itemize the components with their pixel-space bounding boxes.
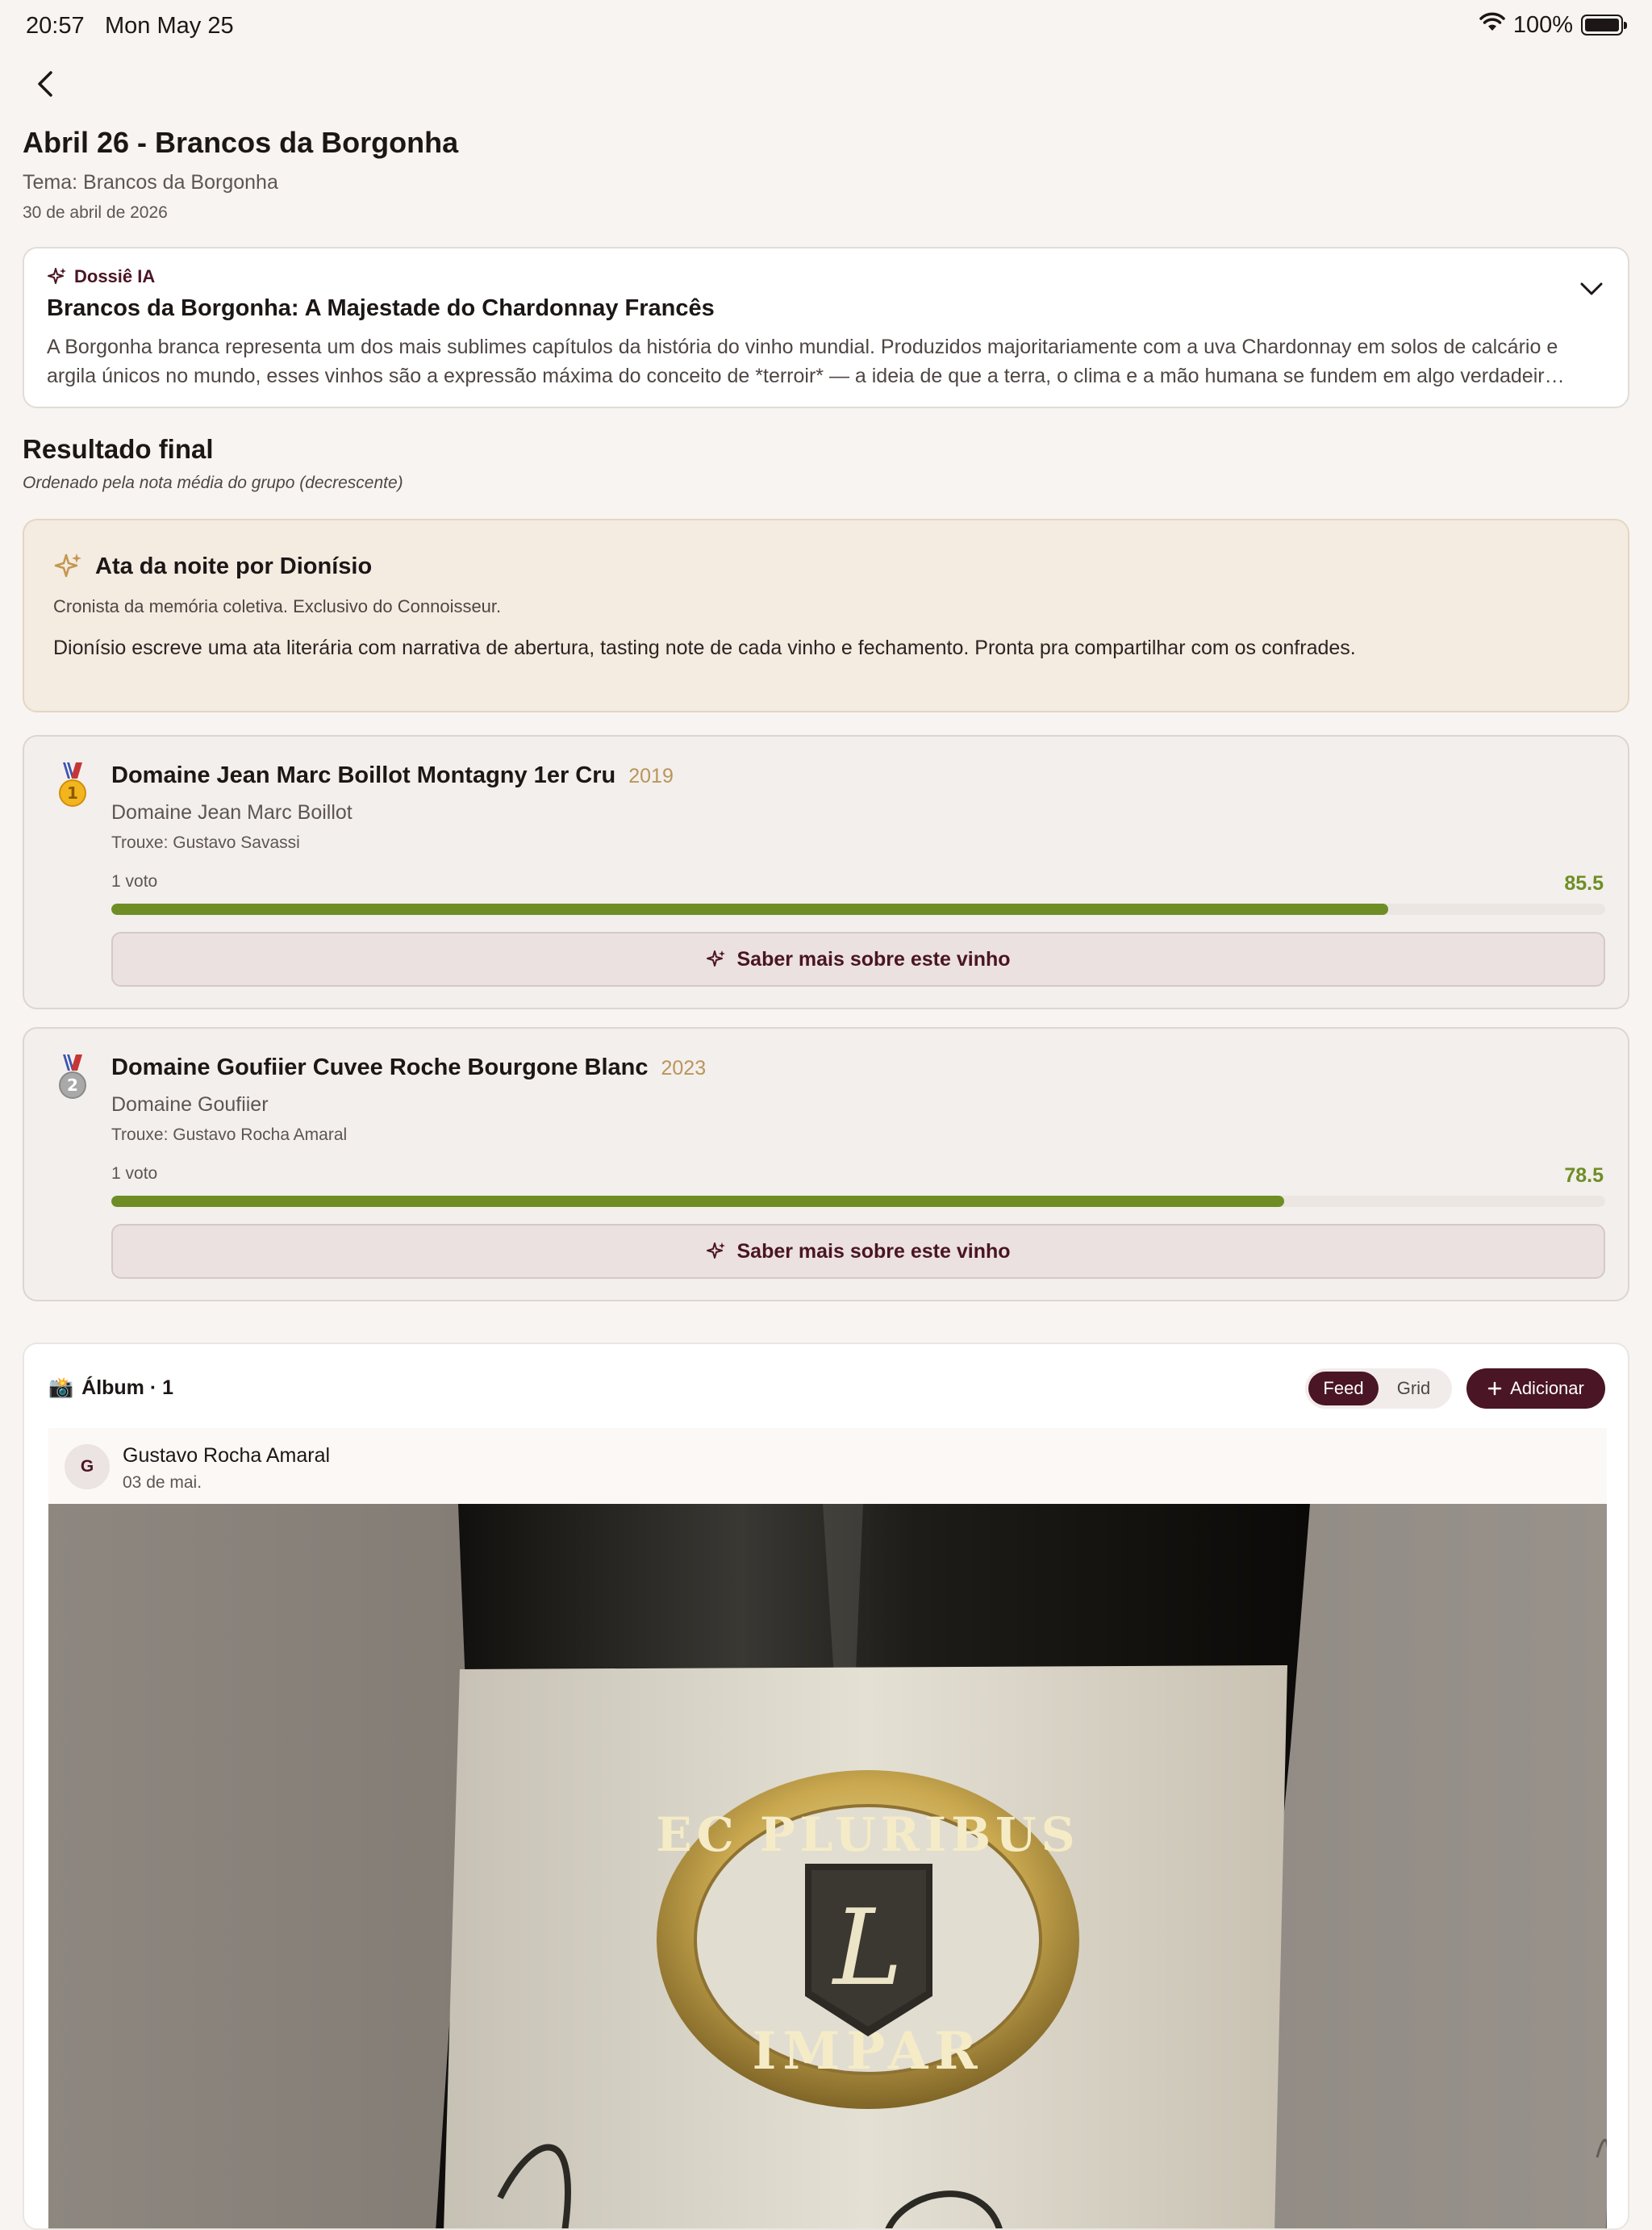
post-header: G Gustavo Rocha Amaral 03 de mai. [48, 1428, 1607, 1505]
wine-vintage: 2023 [661, 1057, 707, 1080]
wine-score: 78.5 [1564, 1164, 1604, 1187]
sparkles-icon [54, 553, 81, 578]
page-title: Abril 26 - Brancos da Borgonha [23, 126, 459, 159]
wine-producer: Domaine Jean Marc Boillot [111, 801, 353, 824]
results-title: Resultado final [23, 434, 214, 464]
view-toggle: Feed Grid [1305, 1368, 1452, 1409]
dossier-card[interactable]: Dossiê IA Brancos da Borgonha: A Majesta… [23, 247, 1629, 408]
battery-icon [1581, 15, 1627, 35]
album-photo[interactable]: EC PLURIBUS IMPAR L [48, 1504, 1607, 2228]
status-time: 20:57 [26, 13, 85, 39]
event-date: 30 de abril de 2026 [23, 203, 168, 222]
wine-votes: 1 voto [111, 1164, 158, 1183]
sparkles-icon [707, 1242, 726, 1259]
add-photo-button[interactable]: Adicionar [1466, 1368, 1605, 1409]
svg-text:1: 1 [67, 783, 78, 803]
ata-heading: Ata da noite por Dionísio [53, 551, 372, 582]
chevron-left-icon [38, 71, 52, 97]
add-photo-label: Adicionar [1510, 1378, 1584, 1398]
dossier-tag: Dossiê IA [47, 266, 155, 287]
score-bar-fill [111, 1196, 1284, 1207]
score-bar [111, 904, 1605, 915]
sparkles-icon [48, 268, 66, 284]
event-theme: Tema: Brancos da Borgonha [23, 171, 278, 194]
gold-medal-icon: 1 [56, 762, 89, 809]
album-title: Álbum · 1 [81, 1376, 174, 1399]
post-author: Gustavo Rocha Amaral [123, 1444, 331, 1467]
wine-card: 2 Domaine Goufiier Cuvee Roche Bourgone … [23, 1027, 1629, 1301]
wine-votes: 1 voto [111, 872, 158, 891]
wine-brought-by: Trouxe: Gustavo Rocha Amaral [111, 1125, 348, 1144]
dossier-tag-label: Dossiê IA [74, 266, 156, 286]
view-grid-tab[interactable]: Grid [1379, 1372, 1449, 1405]
score-bar-fill [111, 904, 1389, 915]
status-indicators: 100% [1479, 11, 1627, 39]
ata-subtitle: Cronista da memória coletiva. Exclusivo … [53, 596, 502, 616]
avatar[interactable]: G [65, 1444, 110, 1489]
camera-icon: 📸 [48, 1376, 74, 1399]
expand-button[interactable] [1579, 281, 1604, 301]
post-date: 03 de mai. [123, 1473, 202, 1492]
album-section: 📸 Álbum · 1 Feed Grid Adicionar G Gustav… [23, 1343, 1629, 2230]
wine-name: Domaine Jean Marc Boillot Montagny 1er C… [111, 762, 616, 788]
ata-title: Ata da noite por Dionísio [95, 553, 373, 579]
wine-vintage: 2019 [628, 765, 674, 787]
results-subtitle: Ordenado pela nota média do grupo (decre… [23, 474, 403, 492]
wine-name: Domaine Goufiier Cuvee Roche Bourgone Bl… [111, 1054, 649, 1080]
svg-text:2: 2 [67, 1075, 78, 1095]
back-button[interactable] [29, 68, 61, 100]
learn-more-label: Saber mais sobre este vinho [736, 947, 1011, 971]
svg-text:EC PLURIBUS: EC PLURIBUS [656, 1807, 1079, 1862]
wine-title-row: Domaine Jean Marc Boillot Montagny 1er C… [111, 762, 674, 789]
wine-card: 1 Domaine Jean Marc Boillot Montagny 1er… [23, 735, 1629, 1009]
score-bar [111, 1196, 1605, 1207]
learn-more-button[interactable]: Saber mais sobre este vinho [111, 1224, 1605, 1279]
plus-icon [1487, 1381, 1502, 1396]
chevron-down-icon [1580, 282, 1603, 295]
sparkles-icon [707, 950, 726, 967]
dossier-summary: A Borgonha branca representa um dos mais… [47, 336, 1565, 387]
silver-medal-icon: 2 [56, 1054, 89, 1101]
album-heading: 📸 Álbum · 1 [48, 1376, 173, 1400]
ata-card[interactable]: Ata da noite por Dionísio Cronista da me… [23, 519, 1629, 712]
view-feed-tab[interactable]: Feed [1308, 1372, 1379, 1405]
wine-brought-by: Trouxe: Gustavo Savassi [111, 833, 300, 852]
learn-more-button[interactable]: Saber mais sobre este vinho [111, 932, 1605, 987]
status-date: Mon May 25 [105, 13, 234, 39]
wine-score: 85.5 [1564, 872, 1604, 895]
svg-text:L: L [832, 1886, 903, 2009]
learn-more-label: Saber mais sobre este vinho [736, 1239, 1011, 1263]
ata-description: Dionísio escreve uma ata literária com n… [53, 637, 1356, 659]
wine-title-row: Domaine Goufiier Cuvee Roche Bourgone Bl… [111, 1054, 706, 1081]
dossier-title: Brancos da Borgonha: A Majestade do Char… [47, 295, 715, 321]
wine-producer: Domaine Goufiier [111, 1093, 269, 1116]
battery-percent: 100% [1512, 11, 1573, 38]
wifi-icon [1479, 11, 1505, 39]
